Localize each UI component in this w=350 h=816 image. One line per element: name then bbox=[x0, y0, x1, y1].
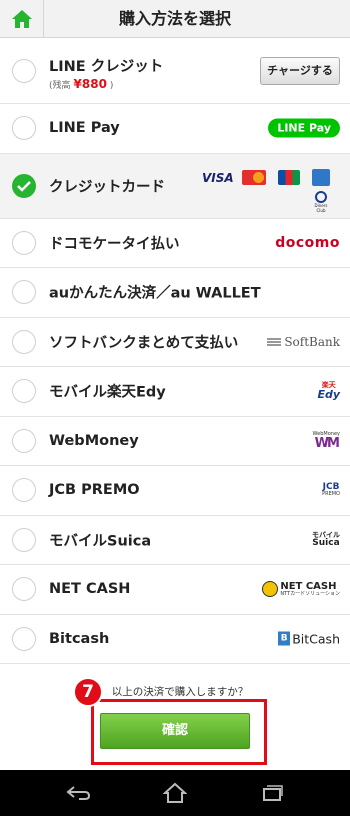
payment-label: ソフトバンクまとめて支払い bbox=[49, 335, 239, 352]
radio-button[interactable] bbox=[12, 230, 36, 255]
back-button[interactable] bbox=[48, 770, 108, 816]
nav-home-button[interactable] bbox=[145, 770, 205, 816]
payment-label: LINE Pay bbox=[49, 120, 120, 137]
radio-button[interactable] bbox=[12, 428, 36, 453]
charge-button[interactable]: チャージする bbox=[260, 57, 340, 85]
android-nav-bar bbox=[0, 770, 350, 816]
payment-option-docomo[interactable]: ドコモケータイ払い docomo bbox=[0, 218, 350, 268]
radio-button-checked[interactable] bbox=[12, 173, 36, 198]
header-bar: 購入方法を選択 bbox=[0, 0, 350, 38]
line-pay-logo: LINE Pay bbox=[268, 118, 340, 138]
payment-option-bitcash[interactable]: Bitcash B BitCash bbox=[0, 614, 350, 664]
step-number-badge: 7 bbox=[73, 677, 103, 707]
radio-button[interactable] bbox=[12, 329, 36, 354]
home-button[interactable] bbox=[0, 0, 44, 38]
payment-option-webmoney[interactable]: WebMoney WebMoney WM bbox=[0, 416, 350, 466]
page-title: 購入方法を選択 bbox=[118, 9, 231, 28]
payment-option-au[interactable]: auかんたん決済／au WALLET bbox=[0, 268, 350, 318]
edy-logo: 楽天 Edy bbox=[317, 381, 340, 402]
check-icon bbox=[17, 180, 31, 192]
payment-option-suica[interactable]: モバイルSuica モバイル Suica bbox=[0, 515, 350, 565]
jcb-premo-logo: JCB PREMO bbox=[322, 482, 340, 498]
radio-button[interactable] bbox=[12, 527, 36, 552]
radio-button[interactable] bbox=[12, 379, 36, 404]
payment-option-rakuten-edy[interactable]: モバイル楽天Edy 楽天 Edy bbox=[0, 367, 350, 417]
visa-logo: VISA bbox=[202, 170, 234, 185]
payment-option-jcb-premo[interactable]: JCB PREMO JCB PREMO bbox=[0, 466, 350, 516]
payment-label: auかんたん決済／au WALLET bbox=[49, 285, 261, 302]
confirm-question: 以上の決済で購入しますか？ bbox=[111, 686, 249, 698]
recent-apps-icon bbox=[263, 785, 283, 801]
payment-option-credit-card[interactable]: クレジットカード VISA Diners Club bbox=[0, 153, 350, 219]
payment-label: Bitcash bbox=[49, 630, 110, 647]
payment-option-line-credit[interactable]: LINE クレジット (残高 ¥880) チャージする bbox=[0, 38, 350, 104]
radio-button[interactable] bbox=[12, 577, 36, 602]
net-cash-logo: NET CASH NTTカードソリューション bbox=[262, 581, 340, 598]
payment-label: モバイル楽天Edy bbox=[49, 384, 166, 401]
jcb-logo bbox=[278, 169, 300, 185]
radio-button[interactable] bbox=[12, 478, 36, 503]
payment-label: WebMoney bbox=[49, 432, 139, 449]
radio-button[interactable] bbox=[12, 116, 36, 141]
payment-option-net-cash[interactable]: NET CASH NET CASH NTTカードソリューション bbox=[0, 565, 350, 615]
radio-button[interactable] bbox=[12, 58, 36, 83]
confirm-button[interactable]: 確認 bbox=[100, 713, 250, 749]
home-icon bbox=[12, 10, 32, 28]
payment-label: ドコモケータイ払い bbox=[49, 236, 180, 253]
back-icon bbox=[66, 786, 91, 800]
home-icon bbox=[163, 782, 187, 803]
mastercard-logo bbox=[242, 169, 266, 185]
docomo-logo: docomo bbox=[275, 234, 340, 251]
diners-logo: Diners Club bbox=[312, 190, 330, 213]
amex-logo bbox=[312, 168, 330, 186]
payment-label: NET CASH bbox=[49, 581, 131, 598]
confirm-section: 以上の決済で購入しますか？ 確認 7 bbox=[0, 672, 350, 770]
bitcash-logo: B BitCash bbox=[278, 631, 340, 646]
payment-label: クレジットカード bbox=[49, 179, 165, 195]
payment-label: LINE クレジット bbox=[49, 59, 164, 75]
payment-option-line-pay[interactable]: LINE Pay LINE Pay bbox=[0, 104, 350, 154]
balance-amount: ¥880 bbox=[73, 77, 107, 91]
card-brand-logos: VISA Diners Club bbox=[200, 167, 340, 213]
suica-logo: モバイル Suica bbox=[312, 530, 340, 548]
recent-apps-button[interactable] bbox=[242, 770, 302, 816]
balance-info: (残高 ¥880) bbox=[49, 77, 114, 91]
softbank-logo: SoftBank bbox=[267, 335, 340, 349]
webmoney-logo: WebMoney WM bbox=[312, 430, 340, 451]
payment-option-softbank[interactable]: ソフトバンクまとめて支払い SoftBank bbox=[0, 317, 350, 367]
payment-label: JCB PREMO bbox=[49, 482, 140, 499]
payment-method-list: LINE クレジット (残高 ¥880) チャージする LINE Pay LINE… bbox=[0, 38, 350, 664]
radio-button[interactable] bbox=[12, 626, 36, 651]
radio-button[interactable] bbox=[12, 280, 36, 305]
payment-label: モバイルSuica bbox=[49, 533, 152, 550]
